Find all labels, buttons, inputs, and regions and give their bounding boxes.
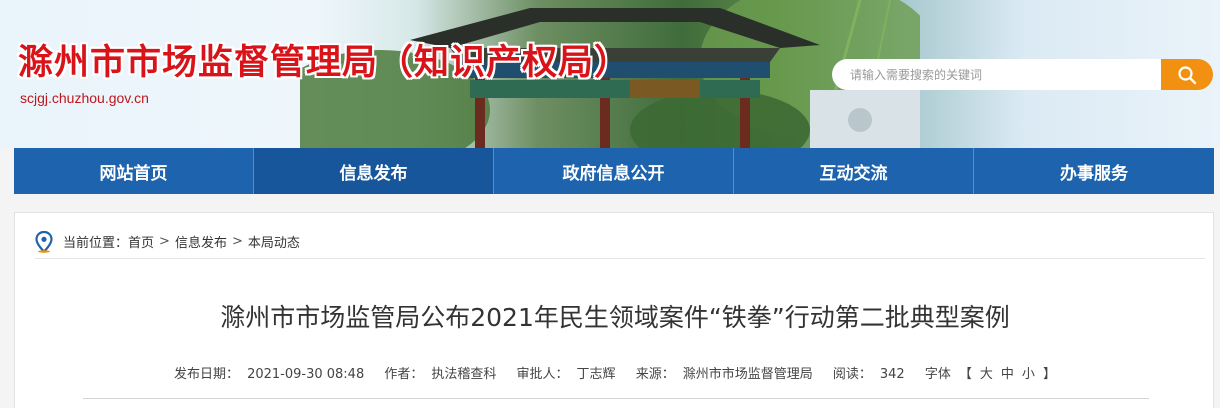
- breadcrumb-news-link[interactable]: 信息发布: [175, 232, 227, 251]
- search-input[interactable]: [832, 59, 1162, 90]
- article-meta: 发布日期： 2021-09-30 08:48 作者： 执法稽查科 审批人： 丁志辉 来…: [15, 363, 1215, 382]
- source-value: 滁州市市场监督管理局: [682, 367, 813, 382]
- search-icon: [1178, 65, 1197, 84]
- breadcrumb-separator: >: [159, 234, 170, 249]
- nav-item-services[interactable]: 办事服务: [974, 148, 1214, 194]
- search-box: [832, 59, 1213, 90]
- publish-date: 发布日期： 2021-09-30 08:48: [170, 367, 368, 382]
- nav-item-gov-info[interactable]: 政府信息公开: [494, 148, 734, 194]
- breadcrumb-current-link[interactable]: 本局动态: [248, 232, 300, 251]
- author: 作者： 执法稽查科: [380, 367, 500, 382]
- font-size-control: 字体【大中小】: [921, 367, 1060, 382]
- views-value: 342: [879, 367, 905, 382]
- nav-item-home[interactable]: 网站首页: [14, 148, 254, 194]
- site-domain: scjgj.chuzhou.gov.cn: [20, 90, 149, 106]
- breadcrumb-separator: >: [231, 234, 243, 249]
- nav-item-news[interactable]: 信息发布: [254, 148, 494, 194]
- font-size-large-button[interactable]: 大: [980, 367, 993, 382]
- author-value: 执法稽查科: [431, 367, 497, 382]
- site-title: 滁州市市场监督管理局（知识产权局）: [18, 42, 631, 83]
- bracket-close: 】: [1042, 367, 1056, 382]
- breadcrumb-label: 当前位置：: [63, 236, 129, 251]
- author-label: 作者：: [384, 367, 424, 382]
- nav-item-interaction[interactable]: 互动交流: [734, 148, 974, 194]
- article-title: 滁州市市场监管局公布2021年民生领域案件“铁拳”行动第二批典型案例: [220, 303, 1010, 332]
- header-banner: 滁州市市场监督管理局（知识产权局） scjgj.chuzhou.gov.cn: [0, 0, 1220, 148]
- source: 来源： 滁州市市场监督管理局: [632, 367, 817, 382]
- views: 阅读： 342: [829, 367, 909, 382]
- publish-date-label: 发布日期：: [174, 367, 240, 382]
- font-size-medium-button[interactable]: 中: [1001, 367, 1014, 382]
- publish-date-value: 2021-09-30 08:48: [247, 367, 365, 382]
- article-card: 当前位置： 首页 > 信息发布 > 本局动态 滁州市市场监管局公布2021年民生…: [14, 212, 1214, 408]
- reviewer: 审批人： 丁志辉: [513, 367, 620, 382]
- main-nav: 网站首页 信息发布 政府信息公开 互动交流 办事服务: [14, 148, 1214, 194]
- views-label: 阅读：: [832, 367, 872, 382]
- meta-divider: [83, 398, 1149, 399]
- bracket-open: 【: [958, 367, 972, 382]
- reviewer-label: 审批人：: [516, 367, 569, 382]
- search-button[interactable]: [1161, 59, 1213, 90]
- breadcrumb-home-link[interactable]: 首页: [128, 232, 154, 251]
- reviewer-value: 丁志辉: [576, 367, 616, 382]
- breadcrumb: 当前位置： 首页 > 信息发布 > 本局动态: [35, 225, 1205, 259]
- font-size-label: 字体: [924, 367, 951, 382]
- font-size-small-button[interactable]: 小: [1022, 367, 1035, 382]
- location-pin-icon: [35, 230, 53, 253]
- source-label: 来源：: [635, 367, 675, 382]
